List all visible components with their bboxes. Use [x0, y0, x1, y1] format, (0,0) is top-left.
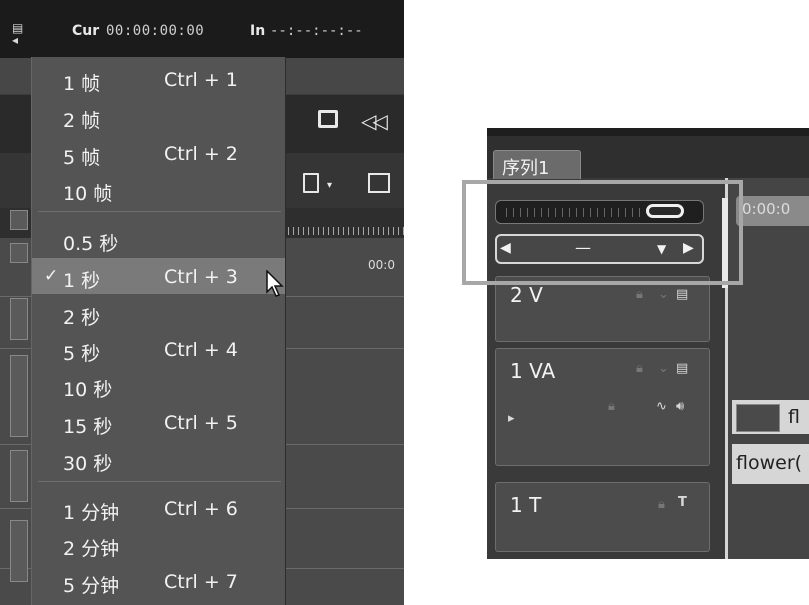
- zoom-level-menu: 1 帧 Ctrl + 1 2 帧 5 帧 Ctrl + 2 10 帧 0.5 秒…: [31, 57, 286, 605]
- menu-item[interactable]: 2 分钟: [32, 526, 285, 562]
- menu-item[interactable]: 2 帧: [32, 98, 285, 134]
- menu-item-selected[interactable]: ✓ 1 秒 Ctrl + 3: [32, 258, 285, 294]
- track-name: 1 T: [510, 493, 542, 517]
- menu-item-label: 1 分钟: [63, 502, 120, 524]
- menu-item-label: 5 分钟: [63, 575, 120, 597]
- title-icon[interactable]: T: [678, 495, 687, 510]
- menu-item-label: 30 秒: [63, 453, 113, 475]
- chevron-down-icon[interactable]: ⌄: [658, 361, 669, 376]
- marker-icon[interactable]: ▤ ◂: [12, 22, 26, 46]
- menu-item-label: 5 帧: [63, 147, 101, 169]
- track-header-2v[interactable]: 2 V 🔒︎ ⌄ ▤: [495, 276, 710, 342]
- menu-item[interactable]: 15 秒 Ctrl + 5: [32, 404, 285, 440]
- new-file-icon[interactable]: [303, 173, 319, 193]
- tab-sequence[interactable]: 序列1: [493, 150, 581, 179]
- menu-item-label: 15 秒: [63, 416, 113, 438]
- menu-item[interactable]: 5 秒 Ctrl + 4: [32, 331, 285, 367]
- menu-item-label: 1 帧: [63, 73, 101, 95]
- timecode-bar: ▤ ◂ Cur 00:00:00:00 In --:--:--:--: [0, 0, 404, 58]
- clip-name: flower(: [736, 452, 803, 474]
- video-clip[interactable]: fl: [732, 400, 809, 434]
- menu-item-shortcut: Ctrl + 3: [164, 266, 238, 288]
- in-label: In: [250, 23, 266, 39]
- menu-item[interactable]: 10 帧: [32, 171, 285, 207]
- track-name: 1 VA: [510, 359, 556, 383]
- track-name: 2 V: [510, 283, 543, 307]
- menu-item-shortcut: Ctrl + 7: [164, 571, 238, 593]
- menu-item-label: 2 秒: [63, 307, 101, 329]
- track-header-fragment[interactable]: [10, 450, 28, 502]
- menu-item[interactable]: 5 帧 Ctrl + 2: [32, 135, 285, 171]
- timeline-timecode: 0:00:0: [742, 200, 791, 218]
- menu-item-label: 1 秒: [63, 270, 101, 292]
- mouse-cursor-icon: [266, 270, 284, 297]
- clip-name: fl: [788, 406, 800, 428]
- menu-item[interactable]: 0.5 秒: [32, 221, 285, 257]
- audio-clip[interactable]: flower(: [732, 444, 809, 484]
- side-button-icon[interactable]: [10, 243, 28, 263]
- menu-item-label: 10 帧: [63, 183, 113, 205]
- menu-item-label: 2 分钟: [63, 538, 120, 560]
- film-icon[interactable]: ▤: [676, 287, 688, 302]
- lock-icon[interactable]: 🔒︎: [636, 287, 643, 302]
- chevron-down-icon[interactable]: ▾: [327, 180, 332, 191]
- panel-top-edge: [487, 128, 809, 136]
- clip-thumbnail: [736, 404, 780, 432]
- cur-timecode: 00:00:00:00: [106, 23, 205, 39]
- menu-item-label: 5 秒: [63, 343, 101, 365]
- menu-separator: [38, 481, 281, 482]
- track-header-fragment[interactable]: [10, 355, 28, 437]
- tab-sequence-label: 序列1: [502, 158, 550, 179]
- menu-item[interactable]: 10 秒: [32, 367, 285, 403]
- ruler-timecode: 00:0: [368, 258, 395, 272]
- cur-label: Cur: [72, 23, 100, 39]
- lock-icon[interactable]: 🔒︎: [636, 361, 643, 376]
- menu-item[interactable]: 30 秒: [32, 441, 285, 477]
- chevron-down-icon[interactable]: ⌄: [658, 287, 669, 302]
- menu-item[interactable]: 1 帧 Ctrl + 1: [32, 61, 285, 97]
- stop-icon[interactable]: [318, 110, 338, 128]
- export-icon[interactable]: [368, 173, 390, 193]
- track-header-fragment[interactable]: [10, 298, 28, 340]
- menu-separator: [38, 211, 281, 212]
- track-header-1va[interactable]: 1 VA 🔒︎ ⌄ ▤ 🔒︎ ∿ 🔊︎ ▸: [495, 348, 710, 466]
- menu-item-shortcut: Ctrl + 4: [164, 339, 238, 361]
- menu-item-label: 2 帧: [63, 110, 101, 132]
- ruler-ticks: [288, 227, 404, 235]
- highlight-frame: [462, 180, 743, 285]
- menu-item[interactable]: 2 秒: [32, 295, 285, 331]
- lock-icon[interactable]: 🔒︎: [658, 497, 665, 512]
- track-header-1t[interactable]: 1 T 🔒︎ T: [495, 482, 710, 552]
- film-icon[interactable]: ▤: [676, 361, 688, 376]
- left-panel: ▤ ◂ Cur 00:00:00:00 In --:--:--:-- ◁◁ ▾ 0…: [0, 0, 404, 605]
- side-tab-icon[interactable]: [10, 210, 28, 230]
- check-icon: ✓: [44, 266, 59, 286]
- audio-wave-icon[interactable]: ∿: [656, 399, 667, 414]
- expand-arrow-icon[interactable]: ▸: [508, 411, 515, 426]
- menu-item-shortcut: Ctrl + 5: [164, 412, 238, 434]
- lock-icon[interactable]: 🔒︎: [608, 399, 615, 414]
- rewind-icon[interactable]: ◁◁: [361, 109, 388, 133]
- menu-item[interactable]: 5 分钟 Ctrl + 7: [32, 563, 285, 599]
- menu-item-label: 0.5 秒: [63, 233, 119, 255]
- menu-item-label: 10 秒: [63, 379, 113, 401]
- menu-item-shortcut: Ctrl + 6: [164, 498, 238, 520]
- speaker-icon[interactable]: 🔊︎: [676, 399, 684, 414]
- menu-item-shortcut: Ctrl + 1: [164, 69, 238, 91]
- track-header-fragment[interactable]: [10, 520, 28, 582]
- menu-item-shortcut: Ctrl + 2: [164, 143, 238, 165]
- menu-item[interactable]: 1 分钟 Ctrl + 6: [32, 490, 285, 526]
- in-timecode: --:--:--:--: [270, 23, 363, 39]
